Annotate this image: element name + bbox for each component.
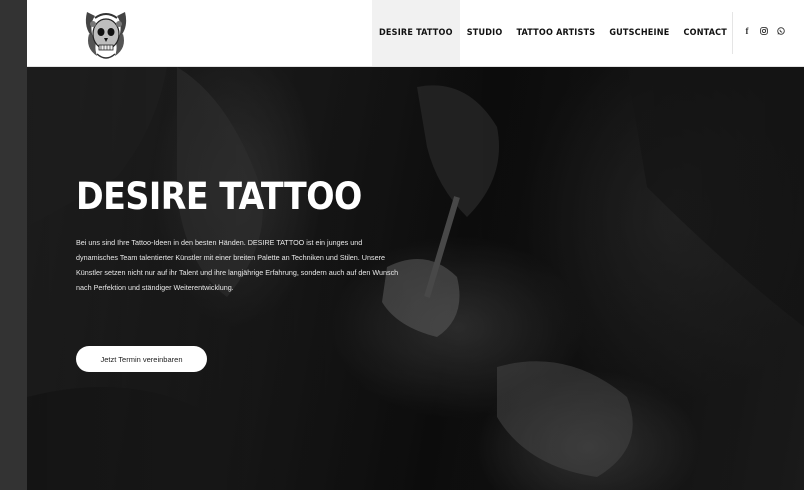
site-header: DESIRE TATTOO STUDIO TATTOO ARTISTS GUTS… [27,0,804,67]
nav-item-tattoo-artists[interactable]: TATTOO ARTISTS [509,0,602,66]
social-links: f [743,26,785,36]
skull-logo-icon [85,12,127,59]
nav-divider [732,12,733,54]
facebook-icon[interactable]: f [743,26,751,36]
whatsapp-icon[interactable] [777,26,785,36]
website: DESIRE TATTOO STUDIO TATTOO ARTISTS GUTS… [27,0,804,490]
window-left-edge [0,0,27,490]
hero-description: Bei uns sind Ihre Tattoo-Ideen in den be… [76,238,399,292]
main-nav: DESIRE TATTOO STUDIO TATTOO ARTISTS GUTS… [372,0,734,66]
hero-section: DESIRE TATTOO Bei uns sind Ihre Tattoo-I… [27,67,804,490]
nav-item-gutscheine[interactable]: GUTSCHEINE [602,0,676,66]
skull-logo[interactable] [81,4,131,64]
nav-item-contact[interactable]: CONTACT [676,0,734,66]
instagram-icon[interactable] [760,26,768,36]
hero-content: DESIRE TATTOO Bei uns sind Ihre Tattoo-I… [76,175,406,295]
nav-item-desire-tattoo[interactable]: DESIRE TATTOO [372,0,460,66]
book-appointment-button[interactable]: Jetzt Termin vereinbaren [76,346,207,372]
hero-title: DESIRE TATTOO [76,175,362,218]
nav-item-studio[interactable]: STUDIO [460,0,510,66]
